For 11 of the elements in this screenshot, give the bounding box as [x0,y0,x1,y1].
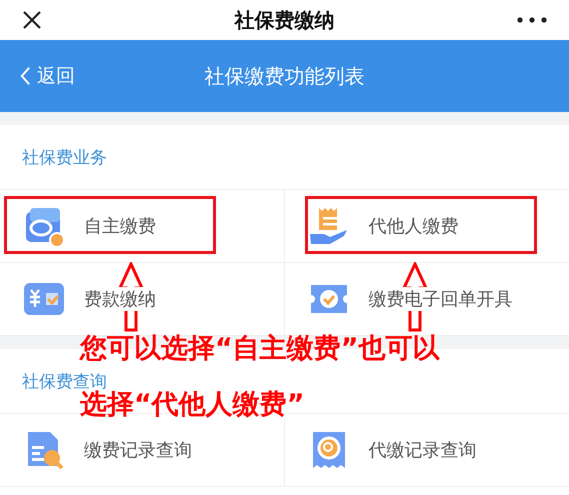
menu-item[interactable]: 代缴记录查询 [284,414,569,487]
back-icon [20,65,31,87]
section-title: 社保费查询 [22,370,107,392]
annotation-line: 您可以选择“自主缴费”也可以 [80,333,440,364]
nav-title: 社保缴费功能列表 [204,62,364,90]
menu-item[interactable]: 代他人缴费 [284,190,569,263]
close-icon[interactable] [22,10,42,30]
page-title: 社保费缴纳 [234,6,334,34]
section-title: 社保费业务 [22,146,107,168]
menu-item[interactable]: 自主缴费 [0,190,284,263]
more-icon[interactable] [517,17,547,23]
